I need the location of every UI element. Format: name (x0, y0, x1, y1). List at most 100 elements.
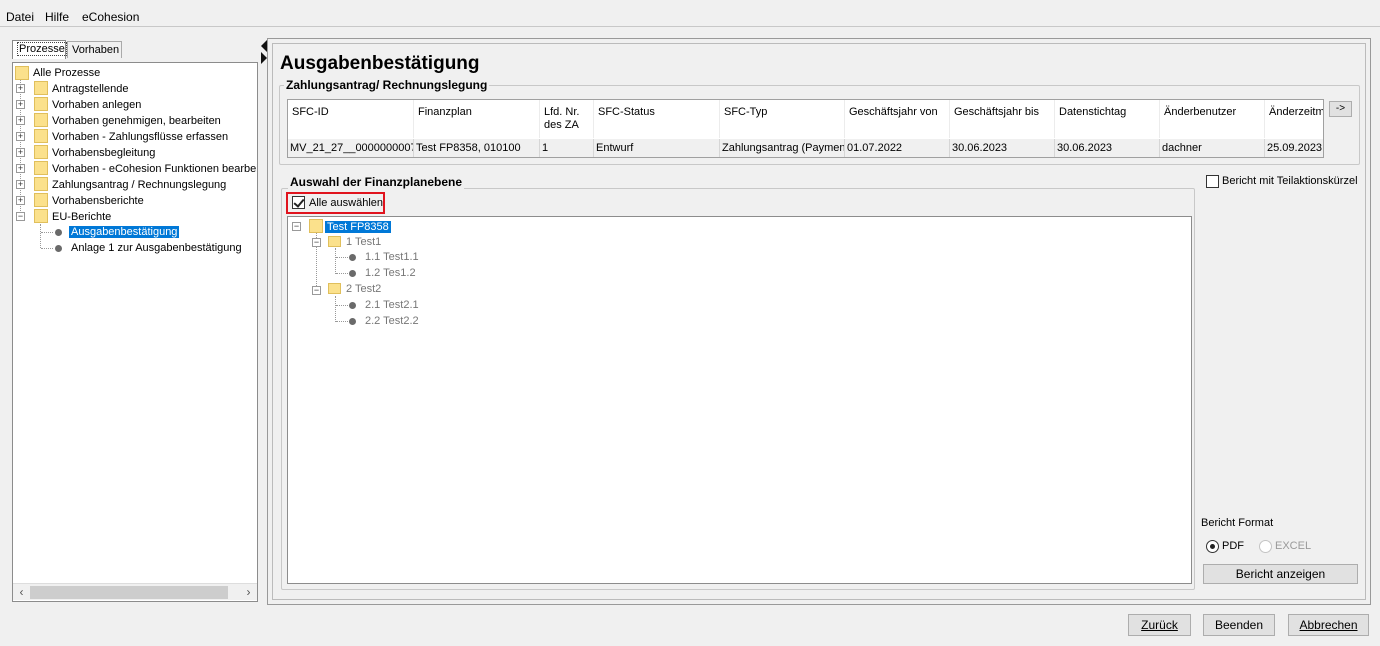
folder-icon (34, 129, 48, 143)
fin-tree-root-label: Test FP8358 (325, 221, 391, 233)
expand-icon[interactable]: + (16, 132, 25, 141)
fin-tree-root[interactable]: Test FP8358 (325, 219, 391, 235)
table-header[interactable]: Datenstichtag (1055, 100, 1160, 138)
table-header[interactable]: Änderbenutzer (1160, 100, 1265, 138)
teilaktion-label[interactable]: Bericht mit Teilaktionskürzel (1222, 175, 1358, 187)
bullet-icon (349, 270, 356, 277)
folder-icon (34, 161, 48, 175)
table-cell[interactable]: 25.09.2023 (1265, 139, 1323, 157)
table-cell[interactable]: Entwurf (594, 139, 720, 157)
scroll-right-icon[interactable]: › (240, 584, 257, 601)
pdf-label[interactable]: PDF (1222, 540, 1244, 552)
table-header[interactable]: Geschäftsjahr bis (950, 100, 1055, 138)
show-report-button[interactable]: Bericht anzeigen (1203, 564, 1358, 584)
back-button[interactable]: Zurück (1128, 614, 1191, 636)
excel-label[interactable]: EXCEL (1275, 540, 1311, 552)
table-cell[interactable]: Test FP8358, 010100 (414, 139, 540, 157)
table-header[interactable]: Finanzplan (414, 100, 540, 138)
finanzplan-tree[interactable]: − Test FP8358 − 1 Test1 1.1 Test1.1 1.2 … (287, 216, 1192, 584)
format-label: Bericht Format (1201, 517, 1274, 529)
tree-item-vorhabensberichte[interactable]: Vorhabensberichte (52, 193, 144, 209)
expand-icon[interactable]: + (16, 180, 25, 189)
select-all-label[interactable]: Alle auswählen (309, 197, 383, 209)
bullet-icon (349, 254, 356, 261)
next-column-button[interactable]: -> (1329, 101, 1352, 117)
folder-icon (34, 113, 48, 127)
table-cell[interactable]: 30.06.2023 (1055, 139, 1160, 157)
folder-icon (34, 97, 48, 111)
scroll-left-icon[interactable]: ‹ (13, 584, 30, 601)
menu-bar: Datei Hilfe eCohesion (0, 0, 1380, 28)
table-cell[interactable]: 1 (540, 139, 594, 157)
tree-item-selected-label: Ausgabenbestätigung (69, 226, 180, 238)
table-cell[interactable]: Zahlungsantrag (Payment (720, 139, 845, 157)
tree-guide-line (336, 257, 348, 258)
cancel-button-label: Abbrechen (1299, 618, 1358, 632)
folder-icon (34, 145, 48, 159)
table-header[interactable]: SFC-Typ (720, 100, 845, 138)
collapse-icon[interactable]: − (312, 286, 321, 295)
excel-radio[interactable] (1259, 540, 1272, 553)
cancel-button[interactable]: Abbrechen (1288, 614, 1369, 636)
expand-icon[interactable]: + (16, 84, 25, 93)
tree-guide-line (40, 224, 41, 248)
finish-button[interactable]: Beenden (1203, 614, 1275, 636)
tree-item-ecohesion-funktionen[interactable]: Vorhaben - eCohesion Funktionen bearbeit… (52, 161, 257, 177)
fin-tree-node-1[interactable]: 1 Test1 (346, 234, 381, 250)
fin-tree-node-2[interactable]: 2 Test2 (346, 281, 381, 297)
tree-item-zahlungsfluesse[interactable]: Vorhaben - Zahlungsflüsse erfassen (52, 129, 228, 145)
collapse-icon[interactable]: − (292, 222, 301, 231)
zahlungsantrag-table[interactable]: SFC-ID Finanzplan Lfd. Nr. des ZA SFC-St… (287, 99, 1324, 158)
teilaktion-checkbox[interactable] (1206, 175, 1219, 188)
menu-datei[interactable]: Datei (6, 10, 34, 24)
expand-icon[interactable]: + (16, 100, 25, 109)
table-cell[interactable]: 01.07.2022 (845, 139, 950, 157)
expand-icon[interactable]: + (16, 164, 25, 173)
bullet-icon (349, 302, 356, 309)
table-header[interactable]: Änderzeitm (1265, 100, 1323, 138)
page-title: Ausgabenbestätigung (280, 53, 480, 74)
table-header[interactable]: SFC-ID (288, 100, 414, 138)
folder-icon (34, 193, 48, 207)
tree-item-vorhaben-anlegen[interactable]: Vorhaben anlegen (52, 97, 141, 113)
tree-guide-line (336, 273, 348, 274)
process-tree[interactable]: Alle Prozesse + Antragstellende + Vorhab… (12, 62, 258, 602)
collapse-icon[interactable]: − (16, 212, 25, 221)
fin-tree-leaf[interactable]: 1.1 Test1.1 (365, 249, 419, 265)
expand-icon[interactable]: + (16, 116, 25, 125)
menu-ecohesion[interactable]: eCohesion (82, 10, 139, 24)
menu-hilfe[interactable]: Hilfe (45, 10, 69, 24)
fin-tree-leaf[interactable]: 2.1 Test2.1 (365, 297, 419, 313)
table-header[interactable]: SFC-Status (594, 100, 720, 138)
tree-item-antragstellende[interactable]: Antragstellende (52, 81, 128, 97)
tree-item-anlage-1[interactable]: Anlage 1 zur Ausgabenbestätigung (71, 240, 242, 256)
tree-item-ausgabenbestaetigung[interactable]: Ausgabenbestätigung (69, 224, 180, 240)
tree-item-vorhabensbegleitung[interactable]: Vorhabensbegleitung (52, 145, 155, 161)
pdf-radio[interactable] (1206, 540, 1219, 553)
tab-prozesse[interactable]: Prozesse (12, 40, 67, 59)
finanzplanebene-group-title: Auswahl der Finanzplanebene (288, 175, 465, 189)
fin-tree-leaf[interactable]: 2.2 Test2.2 (365, 313, 419, 329)
select-all-checkbox[interactable] (292, 196, 305, 209)
table-cell[interactable]: MV_21_27__0000000007 (288, 139, 414, 157)
bullet-icon (55, 245, 62, 252)
collapse-icon[interactable]: − (312, 238, 321, 247)
back-button-label: Zurück (1141, 618, 1178, 632)
fin-tree-leaf[interactable]: 1.2 Tes1.2 (365, 265, 416, 281)
tree-item-zahlungsantrag[interactable]: Zahlungsantrag / Rechnungslegung (52, 177, 226, 193)
tree-item-eu-berichte[interactable]: EU-Berichte (52, 209, 111, 225)
tree-item-vorhaben-genehmigen[interactable]: Vorhaben genehmigen, bearbeiten (52, 113, 221, 129)
table-header[interactable]: Lfd. Nr. des ZA (540, 100, 594, 138)
tree-item-root[interactable]: Alle Prozesse (33, 65, 100, 81)
horizontal-scrollbar[interactable]: ‹ › (13, 583, 257, 600)
expand-icon[interactable]: + (16, 148, 25, 157)
table-header[interactable]: Geschäftsjahr von (845, 100, 950, 138)
scrollbar-thumb[interactable] (30, 586, 228, 599)
table-cell[interactable]: dachner (1160, 139, 1265, 157)
tree-guide-line (41, 232, 53, 233)
tab-vorhaben[interactable]: Vorhaben (67, 41, 122, 58)
expand-icon[interactable]: + (16, 196, 25, 205)
table-cell[interactable]: 30.06.2023 (950, 139, 1055, 157)
folder-icon (34, 209, 48, 223)
zahlungsantrag-group-title: Zahlungsantrag/ Rechnungslegung (284, 78, 490, 92)
